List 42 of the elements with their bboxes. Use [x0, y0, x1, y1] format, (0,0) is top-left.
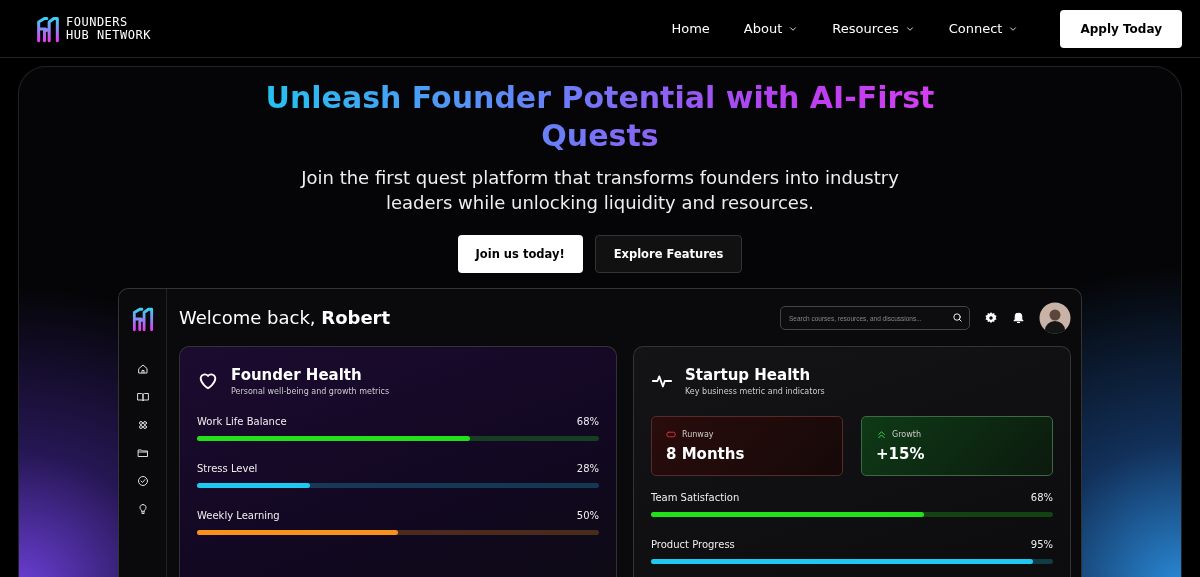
metric-label: Weekly Learning: [197, 510, 280, 521]
tile-label: Growth: [892, 430, 921, 439]
nav-link[interactable]: About: [743, 21, 799, 36]
double-chevron-up-icon: [876, 429, 887, 440]
greeting: Welcome back, Robert: [179, 307, 391, 328]
explore-button[interactable]: Explore Features: [594, 235, 743, 273]
tile-value: 8 Months: [666, 445, 746, 463]
metric-value: 68%: [1030, 492, 1053, 503]
book-icon[interactable]: [136, 391, 149, 403]
card-title: Founder Health: [231, 365, 363, 385]
metric-value: 28%: [576, 463, 599, 474]
metric-value: 50%: [576, 510, 599, 521]
battery-icon: [666, 429, 677, 440]
home-icon[interactable]: [136, 363, 149, 375]
card-subtitle: Personal well-being and growth metrics: [231, 387, 390, 396]
hero-subtitle: Join the first quest platform that transforms founders into industry leaders while unlocking liquidity and resources.: [300, 166, 900, 215]
avatar[interactable]: [1039, 301, 1071, 334]
bulb-icon[interactable]: [136, 503, 149, 515]
card-title: Startup Health: [685, 365, 812, 385]
settings-icon[interactable]: [984, 310, 998, 325]
folder-icon[interactable]: [136, 447, 149, 459]
metric-label: Product Progress: [651, 539, 735, 550]
check-circle-icon[interactable]: [136, 475, 149, 487]
metric-value: 68%: [576, 416, 599, 427]
tile-value: +15%: [876, 445, 926, 463]
tile-label: Runway: [682, 430, 714, 439]
metric-value: 95%: [1030, 539, 1053, 550]
join-button[interactable]: Join us today!: [457, 235, 583, 273]
apply-button[interactable]: Apply Today: [1060, 9, 1182, 48]
heart-icon: [197, 370, 219, 392]
nav-link[interactable]: Connect: [948, 21, 1019, 36]
metric-label: Team Satisfaction: [651, 492, 740, 503]
logo-text: FOUNDERS: [66, 15, 129, 29]
search-icon[interactable]: [952, 311, 963, 323]
bell-icon[interactable]: [1012, 311, 1025, 324]
card-subtitle: Key business metric and indicators: [685, 387, 825, 396]
metric-label: Work Life Balance: [197, 416, 287, 427]
group-icon[interactable]: [136, 419, 149, 431]
logo-text: HUB NETWORK: [66, 28, 151, 42]
metric-label: Stress Level: [197, 463, 258, 474]
nav-link[interactable]: Home: [671, 21, 710, 36]
nav-link[interactable]: Resources: [832, 21, 915, 36]
